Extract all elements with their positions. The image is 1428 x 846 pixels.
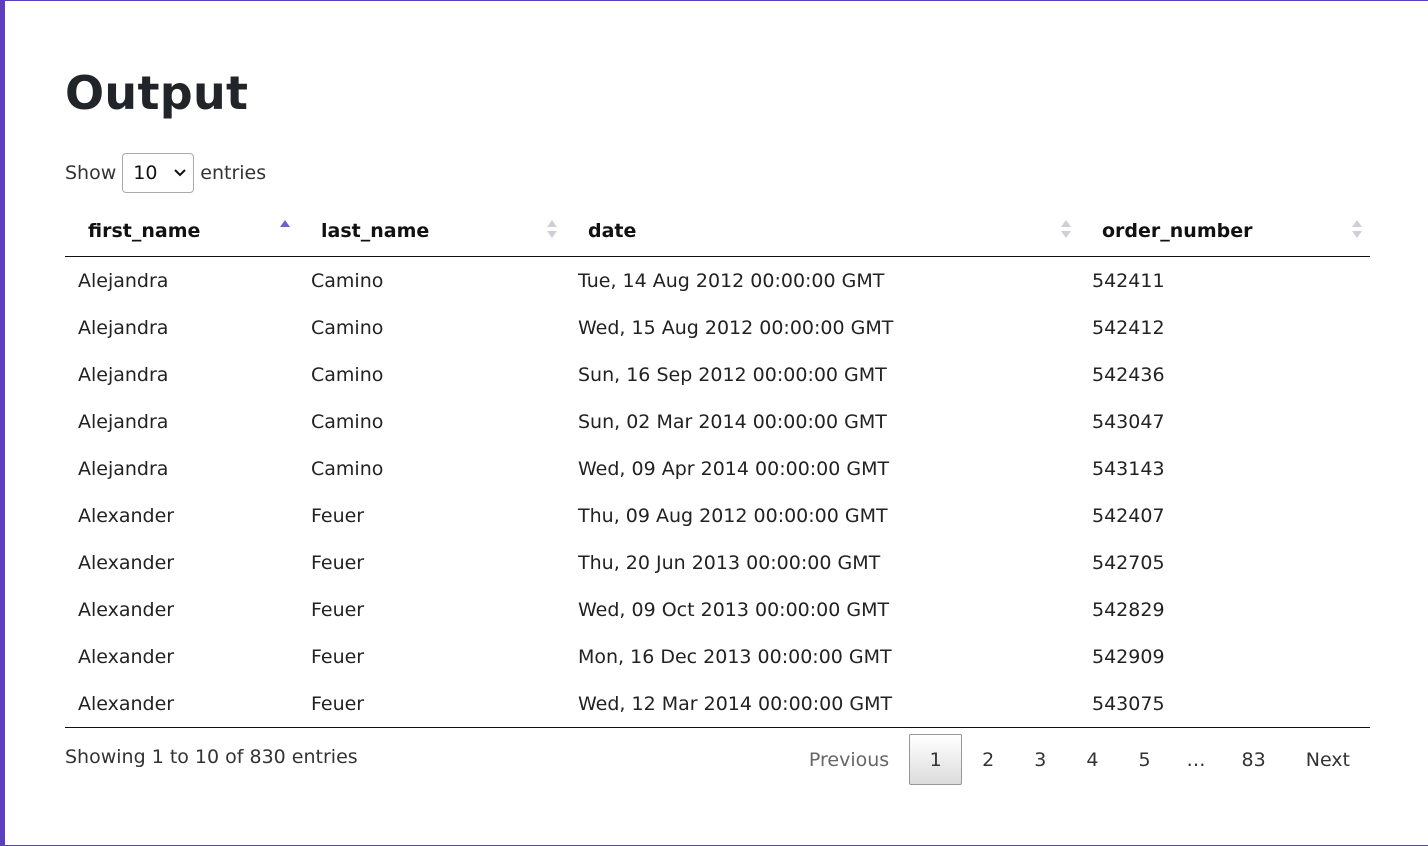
cell-last-name: Feuer (311, 504, 365, 527)
table-row: Alejandra Camino Wed, 09 Apr 2014 00:00:… (65, 445, 1370, 492)
pagination-ellipsis: … (1186, 748, 1206, 771)
cell-last-name: Feuer (311, 598, 365, 621)
cell-date: Wed, 15 Aug 2012 00:00:00 GMT (578, 316, 894, 339)
cell-first-name: Alexander (78, 504, 175, 527)
cell-date: Wed, 09 Apr 2014 00:00:00 GMT (578, 457, 890, 480)
cell-order-number: 542436 (1092, 363, 1165, 386)
table-row: Alexander Feuer Wed, 12 Mar 2014 00:00:0… (65, 680, 1370, 728)
previous-page-button[interactable]: Previous (789, 734, 909, 785)
cell-order-number: 543047 (1092, 410, 1165, 433)
cell-date: Sun, 16 Sep 2012 00:00:00 GMT (578, 363, 887, 386)
cell-last-name: Feuer (311, 645, 365, 668)
cell-last-name: Camino (311, 363, 384, 386)
cell-last-name: Camino (311, 410, 384, 433)
entries-length-control: Show 10 entries (65, 152, 266, 194)
cell-order-number: 542412 (1092, 316, 1165, 339)
show-label: Show (65, 162, 117, 184)
cell-first-name: Alexander (65, 680, 298, 728)
cell-first-name: Alexander (78, 551, 175, 574)
cell-first-name: Alexander (78, 645, 175, 668)
table-row: Alejandra Camino Tue, 14 Aug 2012 00:00:… (65, 257, 1370, 305)
entries-label: entries (200, 162, 267, 184)
cell-last-name: Camino (311, 457, 384, 480)
cell-date: Thu, 20 Jun 2013 00:00:00 GMT (578, 551, 881, 574)
cell-last-name: Camino (311, 316, 384, 339)
column-header-date[interactable]: date (565, 206, 1079, 257)
cell-order-number: 542411 (1092, 269, 1165, 292)
cell-order-number: 542829 (1092, 598, 1165, 621)
app-window: Output Show 10 entries first_name last_n… (0, 0, 1428, 846)
cell-date: Wed, 12 Mar 2014 00:00:00 GMT (565, 680, 1079, 728)
cell-date: Thu, 09 Aug 2012 00:00:00 GMT (578, 504, 888, 527)
cell-first-name: Alejandra (78, 269, 169, 292)
cell-last-name: Feuer (298, 680, 565, 728)
accent-bar (0, 1, 5, 845)
table-row: Alexander Feuer Mon, 16 Dec 2013 00:00:0… (65, 633, 1370, 680)
entries-per-page-select[interactable]: 10 (122, 153, 195, 193)
cell-first-name: Alejandra (78, 457, 169, 480)
page-button-5[interactable]: 5 (1118, 734, 1170, 785)
data-table: first_name last_name date order_number A… (65, 206, 1370, 728)
cell-last-name: Camino (311, 269, 384, 292)
column-header-order-number[interactable]: order_number (1079, 206, 1370, 257)
table-info: Showing 1 to 10 of 830 entries (65, 746, 358, 768)
page-button-last[interactable]: 83 (1222, 734, 1286, 785)
table-header-row: first_name last_name date order_number (65, 206, 1370, 257)
sort-both-icon (1352, 220, 1362, 240)
sort-both-icon (547, 220, 557, 240)
chevron-down-icon (174, 166, 186, 181)
column-header-last-name[interactable]: last_name (298, 206, 565, 257)
page-button-2[interactable]: 2 (962, 734, 1014, 785)
cell-order-number: 542909 (1092, 645, 1165, 668)
cell-date: Wed, 09 Oct 2013 00:00:00 GMT (578, 598, 890, 621)
page-button-1[interactable]: 1 (909, 734, 963, 785)
next-page-button[interactable]: Next (1286, 734, 1370, 785)
page-button-4[interactable]: 4 (1066, 734, 1118, 785)
table-row: Alexander Feuer Thu, 20 Jun 2013 00:00:0… (65, 539, 1370, 586)
page-button-3[interactable]: 3 (1014, 734, 1066, 785)
page-title: Output (65, 66, 249, 120)
entries-per-page-value: 10 (133, 162, 158, 184)
table-row: Alejandra Camino Sun, 16 Sep 2012 00:00:… (65, 351, 1370, 398)
cell-order-number: 542705 (1092, 551, 1165, 574)
cell-order-number: 542407 (1092, 504, 1165, 527)
cell-first-name: Alejandra (78, 410, 169, 433)
cell-first-name: Alejandra (78, 316, 169, 339)
cell-date: Sun, 02 Mar 2014 00:00:00 GMT (578, 410, 887, 433)
cell-date: Tue, 14 Aug 2012 00:00:00 GMT (578, 269, 885, 292)
table-row: Alejandra Camino Wed, 15 Aug 2012 00:00:… (65, 304, 1370, 351)
cell-order-number: 543143 (1092, 457, 1165, 480)
table-row: Alexander Feuer Wed, 09 Oct 2013 00:00:0… (65, 586, 1370, 633)
cell-date: Mon, 16 Dec 2013 00:00:00 GMT (578, 645, 892, 668)
cell-last-name: Feuer (311, 551, 365, 574)
table-row: Alexander Feuer Thu, 09 Aug 2012 00:00:0… (65, 492, 1370, 539)
sort-asc-icon (280, 220, 290, 240)
pagination: Previous 1 2 3 4 5 … 83 Next (789, 733, 1370, 786)
table-row: Alejandra Camino Sun, 02 Mar 2014 00:00:… (65, 398, 1370, 445)
sort-both-icon (1061, 220, 1071, 240)
cell-order-number: 543075 (1079, 680, 1370, 728)
cell-first-name: Alexander (78, 598, 175, 621)
cell-first-name: Alejandra (78, 363, 169, 386)
column-header-first-name[interactable]: first_name (65, 206, 298, 257)
